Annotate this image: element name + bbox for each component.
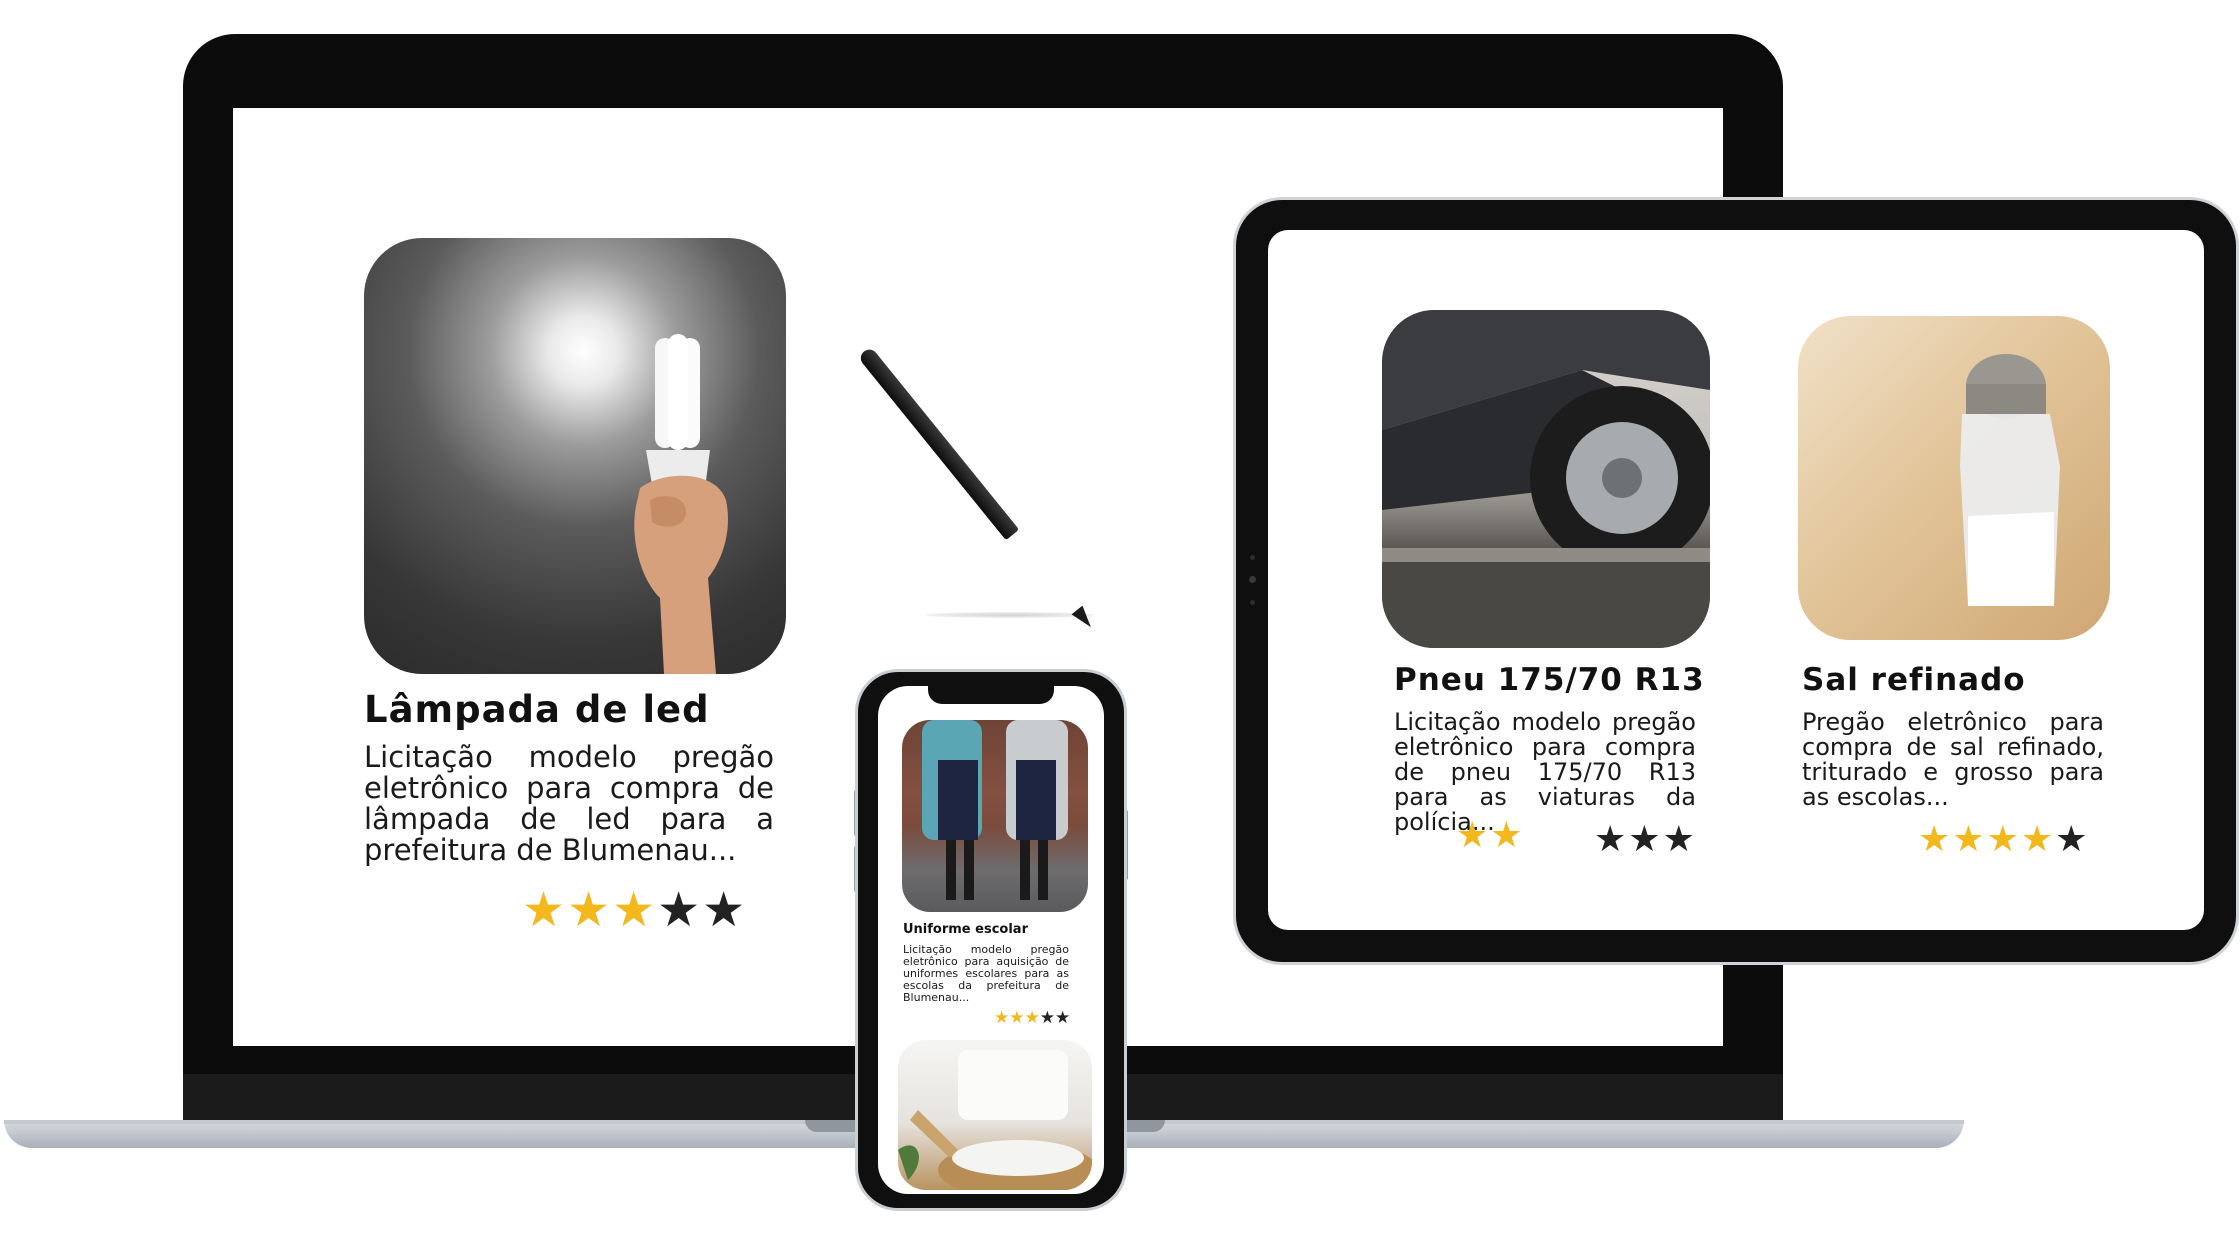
salt-bowl-photo[interactable]	[898, 1040, 1092, 1190]
product-description: Licitação modelo pregão eletrônico para …	[903, 943, 1069, 1004]
salt-shaker-photo[interactable]	[1798, 316, 2110, 640]
tire-photo[interactable]	[1382, 310, 1710, 648]
star-empty-icon: ★	[1055, 1008, 1071, 1028]
star-empty-icon: ★	[1628, 819, 1663, 860]
star-empty-icon: ★	[1594, 819, 1629, 860]
product-description: Pregão eletrônico para compra de sal ref…	[1802, 708, 2104, 811]
salt-bowl-icon	[898, 1050, 1092, 1190]
tablet-sensor	[1250, 600, 1255, 605]
light-bulb-icon	[634, 334, 728, 674]
star-empty-icon: ★	[657, 882, 703, 938]
star-filled-icon: ★	[1009, 1008, 1025, 1028]
school-uniform-icon	[922, 720, 1068, 900]
star-empty-icon: ★	[1039, 1008, 1055, 1028]
star-filled-icon: ★	[522, 882, 568, 938]
product-title[interactable]: Sal refinado	[1802, 662, 2026, 698]
star-filled-icon: ★	[1918, 819, 1953, 860]
product-title[interactable]: Uniforme escolar	[903, 922, 1028, 937]
phone-notch	[928, 686, 1054, 704]
star-filled-icon: ★	[612, 882, 658, 938]
salt-shaker-icon	[1960, 354, 2060, 606]
star-filled-icon: ★	[994, 1008, 1010, 1028]
rating-stars: ★★★★★	[522, 886, 747, 934]
school-uniform-photo[interactable]	[902, 720, 1088, 912]
tablet-sensor	[1250, 555, 1255, 560]
rating-stars-empty: ★★★	[1594, 822, 1697, 858]
star-filled-icon: ★	[2020, 819, 2056, 860]
tire-icon	[1382, 310, 1710, 648]
product-description: Licitação modelo pregão eletrônico para …	[364, 740, 774, 867]
star-empty-icon: ★	[702, 882, 748, 938]
star-empty-icon: ★	[1662, 819, 1697, 860]
phone-power-button	[1124, 810, 1128, 880]
star-filled-icon: ★	[567, 882, 613, 938]
star-filled-icon: ★	[1986, 819, 2021, 860]
star-filled-icon: ★	[1024, 1008, 1040, 1028]
product-title[interactable]: Pneu 175/70 R13	[1394, 662, 1705, 698]
tablet-camera	[1249, 576, 1256, 583]
pen-shadow	[925, 612, 1095, 618]
star-filled-icon: ★	[1456, 815, 1491, 856]
star-filled-icon: ★	[1952, 819, 1987, 860]
rating-stars: ★★★★★	[1918, 822, 2089, 858]
light-bulb-photo[interactable]	[364, 238, 786, 674]
rating-stars: ★★	[1456, 818, 1525, 854]
star-filled-icon: ★	[1490, 815, 1525, 856]
product-description: Licitação modelo pregão eletrônico para …	[1394, 708, 1696, 836]
product-title[interactable]: Lâmpada de led	[364, 688, 710, 731]
star-empty-icon: ★	[2055, 819, 2090, 860]
rating-stars: ★★★★★	[994, 1010, 1070, 1027]
